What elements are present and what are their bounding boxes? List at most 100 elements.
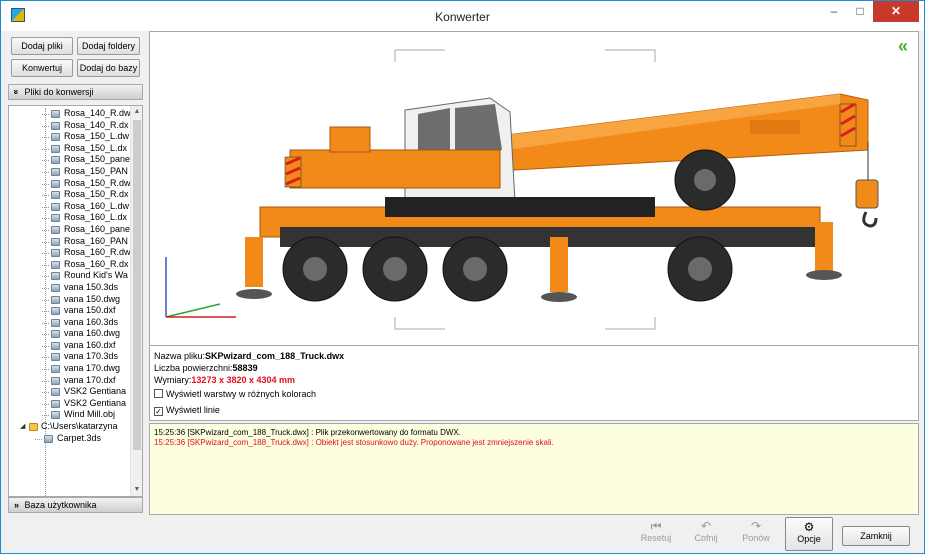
file-icon xyxy=(51,388,60,397)
tree-item[interactable]: Rosa_160_L.dw xyxy=(9,201,130,213)
tree-item[interactable]: Rosa_150_PAN xyxy=(9,166,130,178)
lines-checkbox-label: Wyświetl linie xyxy=(166,405,220,415)
file-icon xyxy=(51,353,60,362)
tree-item[interactable]: vana 150.3ds xyxy=(9,282,130,294)
undo-icon: ↶ xyxy=(700,519,712,533)
log-line: 15:25:36 [SKPwizard_com_188_Truck.dwx] :… xyxy=(154,428,461,437)
scroll-up-arrow-icon[interactable]: ▲ xyxy=(131,106,142,118)
convert-button[interactable]: Konwertuj xyxy=(11,59,73,77)
options-button[interactable]: ⚙ Opcje xyxy=(785,517,833,551)
tree-item[interactable]: VSK2 Gentiana xyxy=(9,398,130,410)
scroll-down-arrow-icon[interactable]: ▼ xyxy=(131,484,142,496)
file-icon xyxy=(51,260,60,269)
file-icon xyxy=(51,330,60,339)
file-icon xyxy=(51,121,60,130)
tree-item[interactable]: Round Kid's Wa xyxy=(9,270,130,282)
tree-folder-item[interactable]: ◢ C:\Users\katarzyna xyxy=(9,421,130,433)
title-bar: Konwerter – □ ✕ xyxy=(1,1,924,31)
file-icon xyxy=(51,110,60,118)
file-icon xyxy=(51,376,60,385)
dimensions-row: Wymiary:13273 x 3820 x 4304 mm xyxy=(154,375,296,385)
tree-item[interactable]: vana 150.dxf xyxy=(9,305,130,317)
files-to-convert-label: Pliki do konwersji xyxy=(24,87,94,97)
gear-icon: ⚙ xyxy=(803,520,815,534)
tree-item[interactable]: vana 160.3ds xyxy=(9,317,130,329)
add-files-button[interactable]: Dodaj pliki xyxy=(11,37,73,55)
tree-item[interactable]: vana 150.dwg xyxy=(9,294,130,306)
file-icon xyxy=(51,318,60,327)
add-to-database-button[interactable]: Dodaj do bazy xyxy=(77,59,140,77)
tree-item[interactable]: Carpet.3ds xyxy=(9,433,130,445)
left-panel: Dodaj pliki Dodaj foldery Konwertuj Doda… xyxy=(8,31,143,513)
tree-item[interactable]: Rosa_150_pane xyxy=(9,154,130,166)
tree-item[interactable]: vana 160.dxf xyxy=(9,340,130,352)
tree-item[interactable]: Rosa_150_R.dx xyxy=(9,189,130,201)
lines-checkbox[interactable]: ✓ xyxy=(154,407,163,416)
tree-item[interactable]: Rosa_160_L.dx xyxy=(9,212,130,224)
tree-item[interactable]: vana 170.dwg xyxy=(9,363,130,375)
file-icon xyxy=(51,399,60,408)
tree-item[interactable]: vana 170.3ds xyxy=(9,351,130,363)
tree-item[interactable]: Rosa_150_R.dw xyxy=(9,178,130,190)
user-database-label: Baza użytkownika xyxy=(24,500,97,510)
bottom-toolbar: ⏮ Resetuj ↶ Cofnij ↷ Ponów ⚙ Opcje Zamkn… xyxy=(8,517,919,551)
file-icon xyxy=(51,225,60,234)
user-database-header[interactable]: » Baza użytkownika xyxy=(8,497,143,513)
chevron-right-icon: » xyxy=(14,500,20,510)
tree-item[interactable]: Rosa_140_R.dx xyxy=(9,120,130,132)
file-icon xyxy=(51,202,60,211)
file-icon xyxy=(51,295,60,304)
dimensions-value: 13273 x 3820 x 4304 mm xyxy=(191,375,296,385)
file-tree[interactable]: Rosa_140_R.dw Rosa_140_R.dx Rosa_150_L.d… xyxy=(8,105,143,497)
tree-item[interactable]: Rosa_150_L.dx xyxy=(9,143,130,155)
crane-truck-model xyxy=(165,49,879,330)
reset-button[interactable]: ⏮ Resetuj xyxy=(632,517,680,551)
file-info-panel: Nazwa pliku:SKPwizard_com_188_Truck.dwx … xyxy=(149,346,919,421)
minimize-button[interactable]: – xyxy=(821,1,847,22)
reset-icon: ⏮ xyxy=(650,519,662,533)
surfaces-row: Liczba powierzchni:58839 xyxy=(154,363,258,373)
tree-scrollbar[interactable]: ▲ ▼ xyxy=(130,106,142,496)
file-icon xyxy=(51,133,60,142)
filename-row: Nazwa pliku:SKPwizard_com_188_Truck.dwx xyxy=(154,351,345,361)
file-icon xyxy=(51,307,60,316)
file-icon xyxy=(51,237,60,246)
tree-item[interactable]: Wind Mill.obj xyxy=(9,409,130,421)
model-viewer[interactable]: « xyxy=(149,31,919,346)
scrollbar-thumb[interactable] xyxy=(133,120,141,450)
tree-item[interactable]: vana 170.dxf xyxy=(9,375,130,387)
tree-item[interactable]: Rosa_140_R.dw xyxy=(9,108,130,120)
file-icon xyxy=(51,411,60,420)
undo-button[interactable]: ↶ Cofnij xyxy=(682,517,730,551)
redo-icon: ↷ xyxy=(750,519,762,533)
add-folders-button[interactable]: Dodaj foldery xyxy=(77,37,140,55)
tree-item[interactable]: Rosa_160_pane xyxy=(9,224,130,236)
tree-item[interactable]: vana 160.dwg xyxy=(9,328,130,340)
window-title: Konwerter xyxy=(435,10,490,24)
redo-button[interactable]: ↷ Ponów xyxy=(732,517,780,551)
file-icon xyxy=(51,341,60,350)
layers-checkbox-row[interactable]: Wyświetl warstwy w różnych kolorach xyxy=(154,388,914,400)
tree-item[interactable]: VSK2 Gentiana xyxy=(9,386,130,398)
maximize-button[interactable]: □ xyxy=(847,1,873,22)
collapse-triangle-icon[interactable]: ◢ xyxy=(20,421,25,433)
close-window-button[interactable]: ✕ xyxy=(873,1,919,22)
close-button[interactable]: Zamknij xyxy=(842,526,910,546)
tree-item[interactable]: Rosa_150_L.dw xyxy=(9,131,130,143)
file-tree-list: Rosa_140_R.dw Rosa_140_R.dx Rosa_150_L.d… xyxy=(9,108,130,444)
file-icon xyxy=(51,191,60,200)
file-icon xyxy=(44,434,53,443)
layers-checkbox[interactable] xyxy=(154,389,163,398)
tree-item[interactable]: Rosa_160_R.dw xyxy=(9,247,130,259)
file-icon xyxy=(51,272,60,281)
files-to-convert-header[interactable]: » Pliki do konwersji xyxy=(8,84,143,100)
layers-checkbox-label: Wyświetl warstwy w różnych kolorach xyxy=(166,389,316,399)
surfaces-value: 58839 xyxy=(232,363,258,373)
file-icon xyxy=(51,283,60,292)
file-icon xyxy=(51,179,60,188)
file-icon xyxy=(51,156,60,165)
lines-checkbox-row[interactable]: ✓ Wyświetl linie xyxy=(154,404,914,416)
tree-item[interactable]: Rosa_160_PAN xyxy=(9,236,130,248)
folder-icon xyxy=(29,423,38,432)
tree-item[interactable]: Rosa_160_R.dx xyxy=(9,259,130,271)
